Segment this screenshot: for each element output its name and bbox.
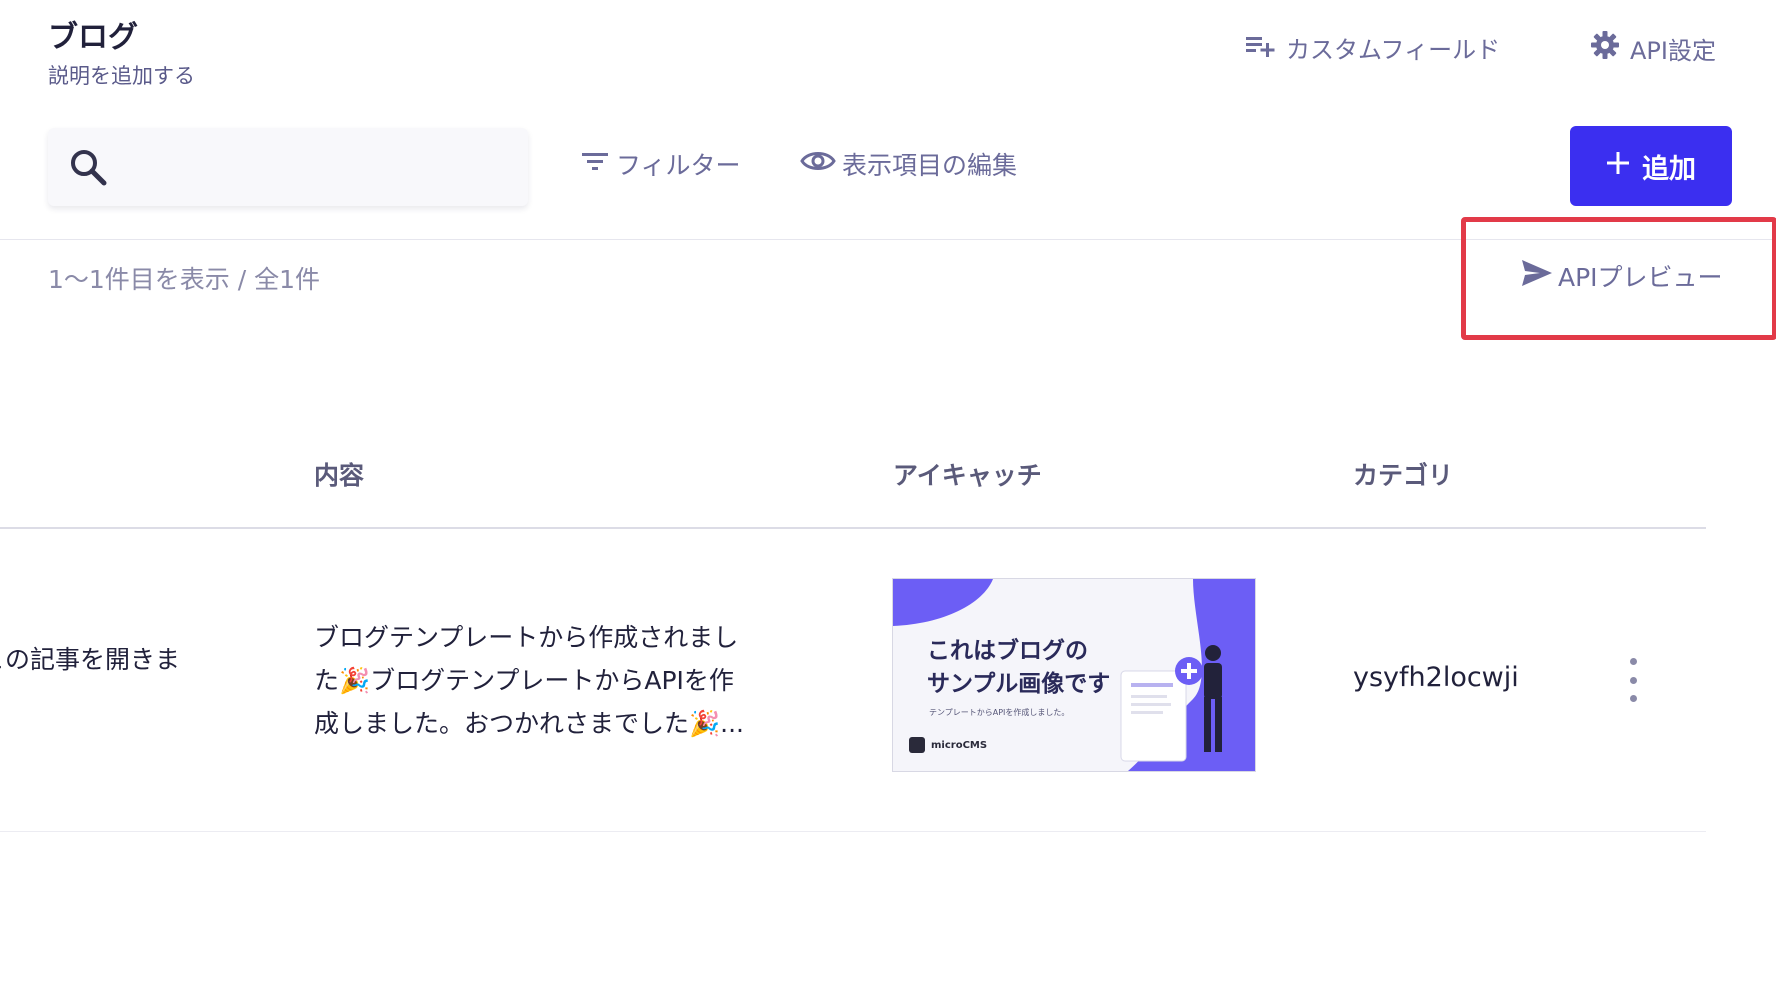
playlist-add-icon	[1246, 33, 1276, 63]
thumbnail-caption: テンプレートからAPIを作成しました。	[929, 708, 1070, 717]
api-preview-button[interactable]: APIプレビュー	[1520, 258, 1723, 294]
gear-icon	[1590, 30, 1620, 66]
filter-button[interactable]: フィルター	[580, 146, 741, 182]
api-settings-button[interactable]: API設定	[1590, 30, 1716, 66]
table-row-divider	[0, 831, 1706, 832]
edit-columns-button[interactable]: 表示項目の編集	[800, 146, 1017, 182]
custom-field-label: カスタムフィールド	[1286, 36, 1501, 64]
row-content-cell[interactable]: ブログテンプレートから作成されまし た🎉ブログテンプレートからAPIを作 成しま…	[314, 616, 814, 745]
plus-icon	[1606, 151, 1630, 182]
search-icon	[66, 145, 110, 189]
row-category-cell[interactable]: ysyfh2locwji	[1353, 662, 1519, 693]
add-label: 追加	[1642, 153, 1696, 185]
page-title: ブログ	[48, 20, 138, 55]
table-header-divider	[0, 527, 1706, 529]
thumbnail-headline-2: サンプル画像です	[927, 671, 1111, 697]
eyecatch-thumbnail[interactable]: これはブログの サンプル画像です テンプレートからAPIを作成しました。 mic…	[892, 578, 1256, 772]
api-preview-label: APIプレビュー	[1558, 263, 1723, 292]
row-more-menu[interactable]	[1620, 658, 1646, 702]
custom-field-button[interactable]: カスタムフィールド	[1246, 30, 1500, 65]
content-line: 成しました。おつかれさまでした🎉...	[314, 709, 744, 738]
search-input[interactable]	[120, 153, 504, 181]
filter-label: フィルター	[616, 151, 741, 180]
result-count: 1〜1件目を表示 / 全1件	[48, 265, 321, 294]
content-line: ブログテンプレートから作成されまし	[314, 623, 739, 652]
column-header-eyecatch[interactable]: アイキャッチ	[893, 456, 1042, 492]
eye-icon	[800, 148, 836, 180]
microcms-logo: microCMS	[909, 737, 987, 753]
search-box[interactable]	[48, 128, 528, 206]
thumbnail-headline-1: これはブログの	[927, 638, 1088, 664]
page-description[interactable]: 説明を追加する	[48, 60, 195, 90]
column-header-content[interactable]: 内容	[314, 456, 364, 492]
filter-icon	[580, 149, 610, 179]
logo-mark-icon	[909, 737, 925, 753]
add-content-button[interactable]: 追加	[1570, 126, 1732, 206]
content-line: た🎉ブログテンプレートからAPIを作	[314, 666, 734, 695]
more-vertical-icon	[1629, 658, 1637, 665]
column-header-category[interactable]: カテゴリ	[1353, 456, 1453, 492]
send-icon	[1520, 258, 1554, 294]
edit-columns-label: 表示項目の編集	[842, 151, 1018, 180]
logo-text: microCMS	[931, 739, 988, 751]
api-settings-label: API設定	[1630, 36, 1716, 65]
row-title-cell[interactable]: この記事を開きま	[0, 640, 180, 676]
